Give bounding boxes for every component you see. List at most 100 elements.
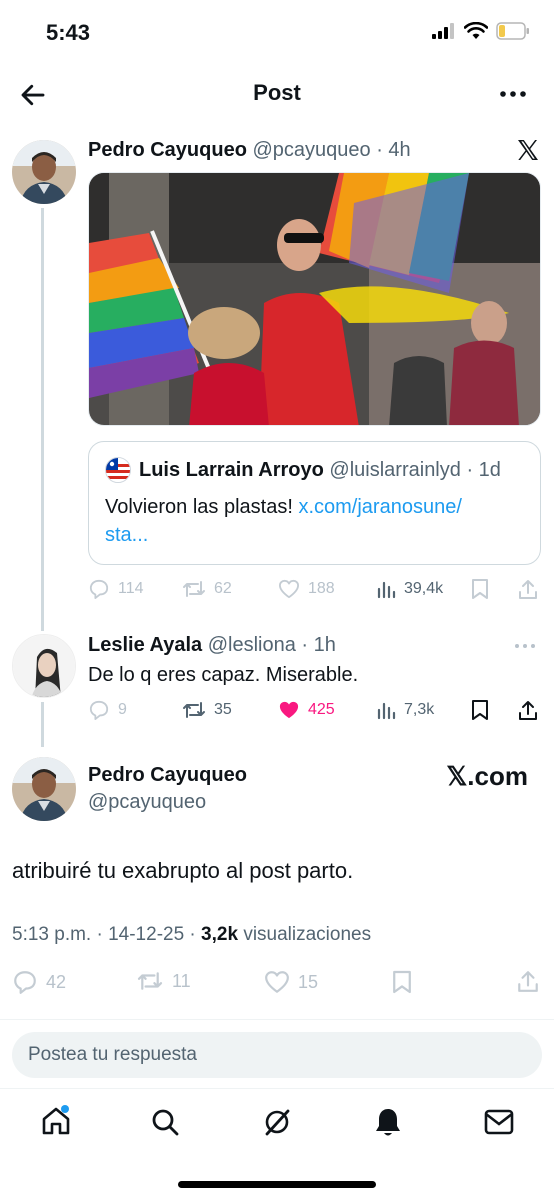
bookmark-button[interactable] — [392, 969, 412, 995]
views-icon — [377, 581, 396, 599]
tweet-text: De lo q eres capaz. Miserable. — [88, 664, 359, 686]
bookmark-icon — [393, 970, 411, 994]
bookmark-button[interactable] — [471, 578, 489, 600]
quote-time: · 1d — [466, 458, 501, 481]
views-label: visualizaciones — [243, 924, 372, 945]
battery-icon — [496, 22, 529, 40]
views-count: 39,4k — [404, 580, 444, 597]
views-icon — [377, 702, 396, 720]
repost-button[interactable]: 35 — [182, 700, 232, 720]
avatar[interactable] — [12, 634, 76, 698]
like-icon — [265, 971, 289, 993]
reply-icon — [89, 579, 109, 599]
quote-text: Volvieron las plastas! x.com/jaranosune/… — [105, 493, 525, 549]
avatar[interactable] — [12, 140, 76, 204]
more-button[interactable] — [498, 86, 528, 102]
wifi-icon — [464, 22, 488, 39]
tab-home[interactable] — [40, 1105, 72, 1137]
like-icon — [278, 579, 299, 599]
more-icon — [515, 644, 535, 648]
author-name[interactable]: Pedro Cayuqueo — [88, 139, 247, 161]
reply-icon — [89, 700, 109, 720]
home-icon — [42, 1105, 70, 1135]
repost-count: 35 — [214, 701, 232, 718]
author-handle[interactable]: @pcayuqueo — [88, 791, 206, 814]
like-count: 425 — [308, 701, 335, 718]
like-count: 15 — [298, 971, 319, 992]
tab-grok[interactable] — [262, 1107, 292, 1137]
search-icon — [152, 1109, 179, 1136]
share-button[interactable] — [516, 969, 540, 993]
repost-icon — [183, 702, 205, 718]
tweet-text: atribuiré tu exabrupto al post parto. — [12, 858, 354, 883]
grok-icon — [265, 1109, 290, 1136]
share-button[interactable] — [517, 578, 539, 600]
reply-button[interactable]: 9 — [88, 700, 127, 720]
avatar-image — [13, 635, 75, 697]
more-button[interactable] — [514, 642, 536, 650]
status-time: 5:43 — [46, 20, 91, 45]
tweet-timestamp: 5:13 p.m. · 14-12-25 · — [12, 924, 196, 945]
tweet-media-image[interactable] — [88, 172, 541, 426]
bookmark-icon — [472, 579, 488, 599]
tweet-header: Pedro Cayuqueo @pcayuqueo · 4h — [88, 139, 411, 162]
status-icons — [432, 22, 530, 40]
reply-button[interactable]: 114 — [88, 579, 144, 599]
like-button[interactable]: 15 — [264, 970, 318, 994]
more-icon — [500, 91, 526, 97]
avatar-image — [12, 140, 76, 204]
quote-body: Volvieron las plastas! — [105, 496, 293, 518]
repost-icon — [137, 972, 163, 990]
repost-count: 62 — [214, 580, 232, 597]
quote-avatar — [105, 457, 131, 483]
thread-line — [41, 702, 44, 747]
tab-bar — [0, 1088, 554, 1158]
share-icon — [519, 580, 537, 599]
x-watermark: 𝕏.com — [446, 761, 528, 791]
thread-line — [41, 208, 44, 631]
home-indicator — [178, 1181, 376, 1188]
author-name[interactable]: Leslie Ayala — [88, 634, 202, 656]
tweet-header: Leslie Ayala @lesliona · 1h — [88, 634, 336, 657]
bookmark-button[interactable] — [471, 699, 489, 721]
quote-header: Luis Larrain Arroyo @luislarrainlyd · 1d — [105, 457, 501, 483]
reply-count: 9 — [118, 701, 127, 718]
tweet-meta: 5:13 p.m. · 14-12-25 · 3,2k visualizacio… — [12, 924, 371, 946]
share-icon — [519, 701, 537, 720]
views-button[interactable]: 7,3k — [376, 700, 434, 720]
quote-author-name: Luis Larrain Arroyo — [139, 458, 324, 481]
like-icon — [279, 701, 299, 719]
reply-count: 114 — [118, 580, 144, 597]
like-button[interactable]: 188 — [278, 579, 335, 599]
tweet-time: · 1h — [301, 634, 336, 656]
share-button[interactable] — [517, 699, 539, 721]
views-button[interactable]: 39,4k — [376, 579, 443, 599]
avatar[interactable] — [12, 757, 76, 821]
author-handle[interactable]: @lesliona — [208, 634, 296, 656]
like-button[interactable]: 425 — [278, 700, 335, 720]
signal-icon — [432, 23, 454, 39]
quote-link[interactable]: x.com/jaranosune/ — [298, 496, 461, 518]
author-name[interactable]: Pedro Cayuqueo — [88, 764, 247, 787]
page-title: Post — [253, 80, 301, 105]
repost-button[interactable]: 11 — [136, 970, 191, 992]
tab-notifications[interactable] — [373, 1106, 403, 1138]
share-icon — [518, 971, 538, 992]
tweet-time: · 4h — [376, 139, 411, 161]
tab-search[interactable] — [150, 1107, 180, 1137]
repost-icon — [183, 581, 205, 597]
avatar-image — [12, 757, 76, 821]
views-count: 3,2k — [201, 924, 239, 945]
repost-button[interactable]: 62 — [182, 579, 232, 599]
author-handle[interactable]: @pcayuqueo — [252, 139, 370, 161]
views-count: 7,3k — [404, 701, 435, 718]
reply-icon — [14, 971, 36, 994]
quote-author-handle: @luislarrainlyd — [329, 458, 461, 481]
quote-link-tail[interactable]: sta... — [105, 524, 148, 546]
quoted-post[interactable]: Luis Larrain Arroyo @luislarrainlyd · 1d… — [88, 441, 541, 565]
tab-messages[interactable] — [484, 1109, 514, 1135]
bookmark-icon — [472, 700, 488, 720]
reply-input[interactable]: Postea tu respuesta — [12, 1032, 542, 1078]
divider — [0, 1019, 554, 1020]
reply-button[interactable]: 42 — [12, 970, 66, 994]
